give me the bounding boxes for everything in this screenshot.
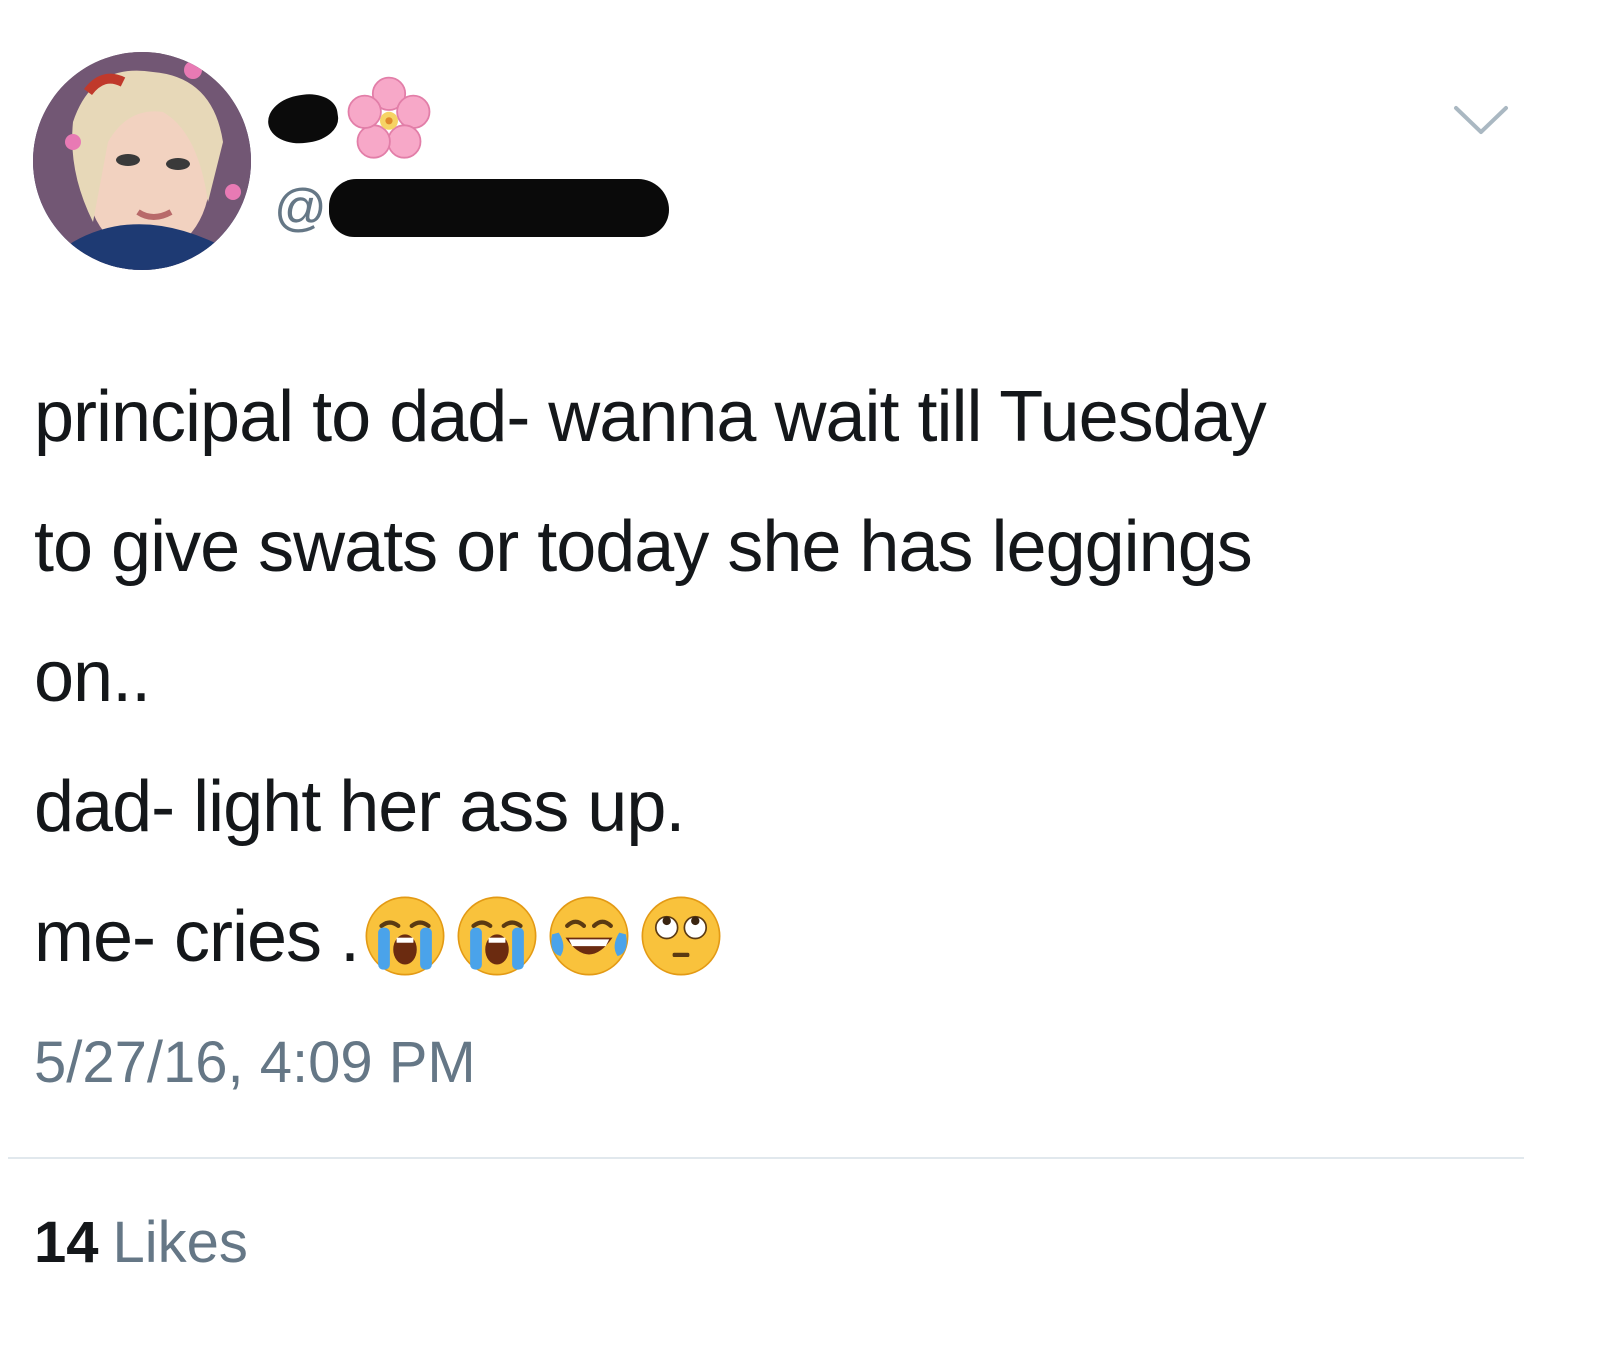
likes-count: 14: [34, 1210, 99, 1275]
loudly-crying-face-icon: [455, 894, 539, 978]
tweet-line-last: me- cries .: [34, 872, 1564, 1002]
face-with-rolling-eyes-icon: [639, 894, 723, 978]
redacted-name-mark: [265, 90, 341, 148]
cherry-blossom-icon: [344, 74, 434, 164]
tweet-timestamp[interactable]: 5/27/16, 4:09 PM: [34, 1034, 476, 1092]
loudly-crying-face-icon: [363, 894, 447, 978]
tweet-body: principal to dad- wanna wait till Tuesda…: [34, 352, 1564, 1002]
user-handle[interactable]: @: [274, 168, 669, 248]
chevron-down-icon[interactable]: [1450, 98, 1512, 144]
tweet-line: on..: [34, 637, 151, 717]
display-name[interactable]: [265, 74, 434, 164]
tweet-line-text: me- cries .: [34, 897, 360, 977]
face-with-tears-of-joy-icon: [547, 894, 631, 978]
emoji-group: [363, 894, 723, 978]
likes-stat[interactable]: 14 Likes: [34, 1214, 248, 1272]
tweet-line: dad- light her ass up.: [34, 767, 685, 847]
redacted-handle-mark: [328, 179, 669, 237]
handle-at-sign: @: [274, 179, 327, 237]
likes-label: Likes: [112, 1210, 248, 1275]
divider: [8, 1157, 1524, 1159]
tweet-line: principal to dad- wanna wait till Tuesda…: [34, 377, 1267, 457]
tweet-line: to give swats or today she has leggings: [34, 507, 1253, 587]
profile-photo: [33, 52, 251, 270]
avatar[interactable]: [33, 52, 251, 270]
